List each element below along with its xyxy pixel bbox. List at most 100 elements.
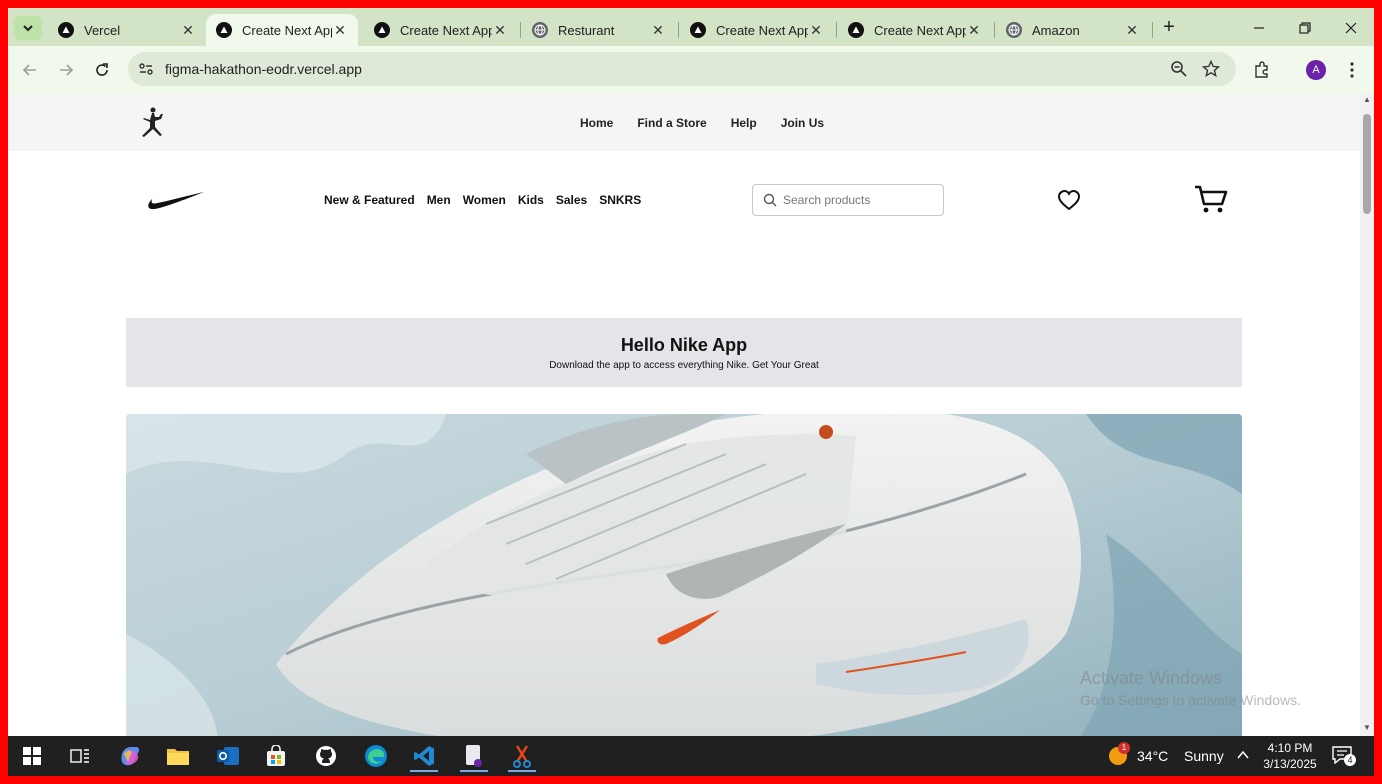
tab-strip: Vercel ✕ Create Next App ✕ Create Next A… [8,8,1374,46]
menu-snkrs[interactable]: SNKRS [599,193,641,207]
vercel-icon [374,22,390,38]
menu-men[interactable]: Men [427,193,451,207]
close-icon[interactable]: ✕ [180,22,196,38]
scroll-thumb[interactable] [1363,114,1371,214]
tab-title: Create Next App [400,22,492,38]
vscode-icon [414,746,434,766]
top-utility-bar: Home Find a Store Help Join Us [8,94,1360,151]
vercel-icon [690,22,706,38]
zoom-icon[interactable] [1170,60,1188,78]
page-viewport: Home Find a Store Help Join Us New & Fea… [8,94,1360,736]
nav-link-find-a-store[interactable]: Find a Store [637,116,706,130]
task-view-button[interactable] [60,740,100,772]
tab-separator [836,22,837,38]
edge-icon [365,745,387,767]
copilot-icon [121,747,140,766]
heart-icon[interactable] [1056,188,1082,212]
globe-icon [532,22,548,38]
menu-new-featured[interactable]: New & Featured [324,193,415,207]
minimize-button[interactable] [1236,16,1282,40]
arrow-right-icon [60,64,74,76]
tab-title: Create Next App [242,22,332,38]
tab-resturant[interactable]: Resturant ✕ [522,14,676,46]
tab-separator [520,22,521,38]
scroll-up-icon[interactable]: ▲ [1363,96,1371,104]
search-icon [763,193,777,207]
tab-title: Create Next App [716,22,808,38]
close-icon[interactable]: ✕ [966,22,982,38]
nav-link-join-us[interactable]: Join Us [781,116,824,130]
menu-sales[interactable]: Sales [556,193,587,207]
tab-create-next-app-active[interactable]: Create Next App ✕ [206,14,358,46]
menu-kids[interactable]: Kids [518,193,544,207]
nav-link-home[interactable]: Home [580,116,613,130]
back-button[interactable] [18,58,42,82]
main-menu: New & Featured Men Women Kids Sales SNKR… [324,193,653,207]
browser-toolbar: figma-hakathon-eodr.vercel.app A [8,46,1374,94]
tab-separator [994,22,995,38]
extensions-button[interactable] [1250,58,1274,82]
clock-time: 4:10 PM [1267,741,1313,755]
banner-title: Hello Nike App [620,335,748,355]
close-icon[interactable]: ✕ [332,22,348,38]
tab-title: Resturant [558,22,615,38]
new-tab-button[interactable]: + [1158,17,1180,38]
restore-button[interactable] [1282,16,1328,40]
page-scrollbar[interactable]: ▲ ▼ [1360,94,1374,736]
tab-amazon[interactable]: Amazon ✕ [996,14,1150,46]
close-icon[interactable]: ✕ [492,22,508,38]
activate-windows-title: Activate Windows [1080,668,1223,688]
puzzle-icon [1255,61,1268,78]
copilot-app[interactable] [110,740,150,772]
file-explorer-app[interactable] [158,740,198,772]
nike-swoosh-logo-icon[interactable] [146,188,206,212]
tab-search-button[interactable] [14,16,42,40]
close-icon[interactable]: ✕ [1124,22,1140,38]
tab-vercel[interactable]: Vercel ✕ [48,14,206,46]
forward-button[interactable] [54,58,78,82]
sneaker-photo [126,414,1242,736]
jordan-logo-icon[interactable] [136,106,170,140]
weather-badge: 1 [1118,742,1130,754]
system-clock[interactable]: 4:10 PM 3/13/2025 [1258,740,1322,772]
tab-create-next-app[interactable]: Create Next App ✕ [680,14,834,46]
tab-separator [1152,22,1153,38]
tab-title: Vercel [84,22,121,38]
github-app[interactable] [306,740,346,772]
vercel-icon [216,22,232,38]
star-icon[interactable] [1202,60,1220,78]
weather-widget[interactable]: 1 [1108,742,1130,766]
snipping-tool-app[interactable] [502,740,542,772]
address-bar[interactable]: figma-hakathon-eodr.vercel.app [128,52,1236,86]
close-icon[interactable]: ✕ [808,22,824,38]
notification-center-button[interactable]: 4 [1332,746,1356,768]
close-icon [1345,22,1357,34]
outlook-app[interactable] [208,740,248,772]
scissors-icon [513,745,531,768]
start-button[interactable] [12,740,52,772]
search-box [752,184,944,216]
scroll-down-icon[interactable]: ▼ [1363,724,1371,732]
edge-app[interactable] [356,740,396,772]
close-window-button[interactable] [1328,16,1374,40]
vercel-icon [848,22,864,38]
store-app[interactable] [256,740,296,772]
reload-button[interactable] [90,58,114,82]
close-icon[interactable]: ✕ [650,22,666,38]
tab-create-next-app[interactable]: Create Next App ✕ [838,14,992,46]
tab-title: Create Next App [874,22,966,38]
profile-avatar[interactable]: A [1306,60,1326,80]
cart-icon[interactable] [1194,184,1228,214]
tab-title: Amazon [1032,22,1080,38]
search-input[interactable] [783,191,935,209]
site-settings-icon[interactable] [138,61,154,77]
chevron-down-icon [23,25,33,32]
vscode-app[interactable] [404,740,444,772]
reload-icon [96,63,108,76]
menu-button[interactable] [1340,58,1364,82]
tray-overflow-button[interactable] [1236,748,1252,764]
nav-link-help[interactable]: Help [731,116,757,130]
notepad-app[interactable] [454,740,494,772]
menu-women[interactable]: Women [463,193,506,207]
tab-create-next-app[interactable]: Create Next App ✕ [364,14,518,46]
